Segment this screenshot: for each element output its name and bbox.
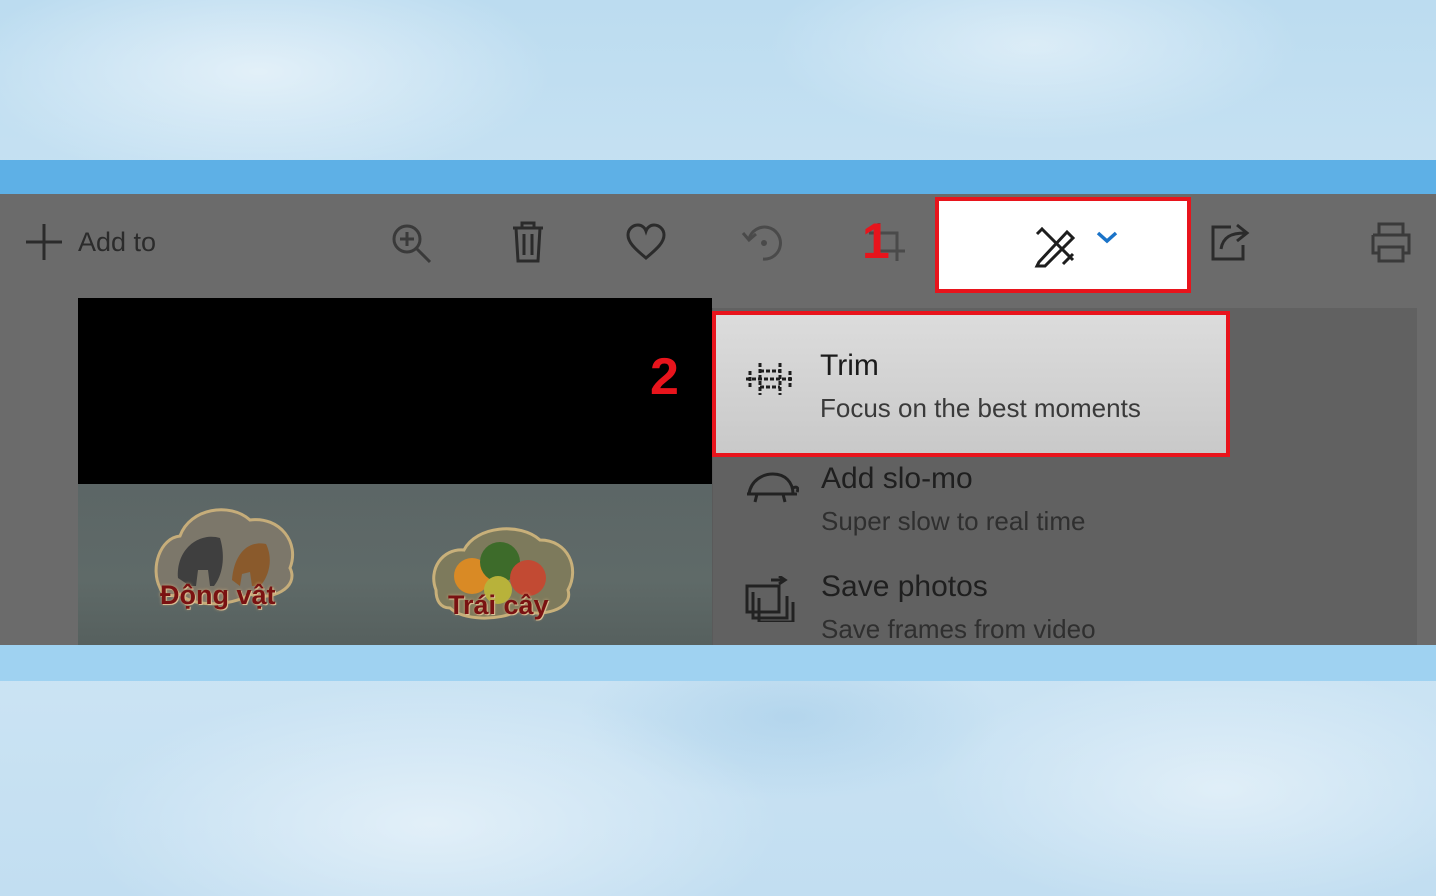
add-to-label: Add to bbox=[78, 226, 157, 257]
menu-item-subtitle: Focus on the best moments bbox=[820, 393, 1141, 423]
plus-icon bbox=[24, 222, 64, 262]
menu-item-title: Add slo-mo bbox=[821, 462, 973, 495]
add-to-button[interactable]: Add to bbox=[24, 222, 156, 262]
trim-icon bbox=[744, 359, 800, 409]
share-icon bbox=[1209, 221, 1253, 263]
toolbar: Add to 1 bbox=[0, 194, 1436, 294]
delete-button[interactable] bbox=[508, 218, 548, 266]
turtle-icon bbox=[743, 468, 800, 518]
save-photos-icon bbox=[743, 574, 799, 626]
video-preview: Động vật Trái cây bbox=[78, 298, 712, 645]
menu-item-title: Save photos bbox=[821, 570, 988, 603]
thumbnail-label-fruits: Trái cây bbox=[448, 590, 549, 620]
top-frame-band bbox=[0, 160, 1436, 194]
printer-icon bbox=[1369, 221, 1413, 263]
favorite-button[interactable] bbox=[624, 220, 668, 264]
heart-icon bbox=[625, 223, 667, 261]
bottom-frame-band bbox=[0, 645, 1436, 681]
menu-item-subtitle: Super slow to real time bbox=[821, 506, 1086, 536]
zoom-in-button[interactable] bbox=[388, 220, 434, 266]
menu-item-trim[interactable]: Trim Focus on the best moments bbox=[712, 311, 1230, 457]
menu-item-subtitle: Save frames from video bbox=[821, 614, 1096, 644]
print-button[interactable] bbox=[1368, 220, 1414, 264]
menu-item-save-photos[interactable]: Save photos Save frames from video bbox=[713, 550, 1417, 645]
share-button[interactable] bbox=[1208, 220, 1254, 264]
step-2-number: 2 bbox=[650, 348, 679, 406]
photos-app-screenshot: Add to 1 Động vật Trái cây Add slo-mo Su… bbox=[0, 194, 1436, 645]
menu-item-add-slo-mo[interactable]: Add slo-mo Super slow to real time bbox=[713, 442, 1417, 550]
zoom-in-icon bbox=[389, 221, 433, 265]
rotate-icon bbox=[741, 219, 787, 265]
menu-item-title: Trim bbox=[820, 349, 879, 382]
rotate-button[interactable] bbox=[740, 218, 788, 266]
video-frame-content: Động vật Trái cây bbox=[78, 484, 712, 645]
step-1-highlight-box bbox=[935, 197, 1191, 293]
step-1-number: 1 bbox=[862, 213, 890, 269]
trash-icon bbox=[510, 220, 546, 264]
thumbnail-label-animals: Động vật bbox=[160, 580, 276, 610]
